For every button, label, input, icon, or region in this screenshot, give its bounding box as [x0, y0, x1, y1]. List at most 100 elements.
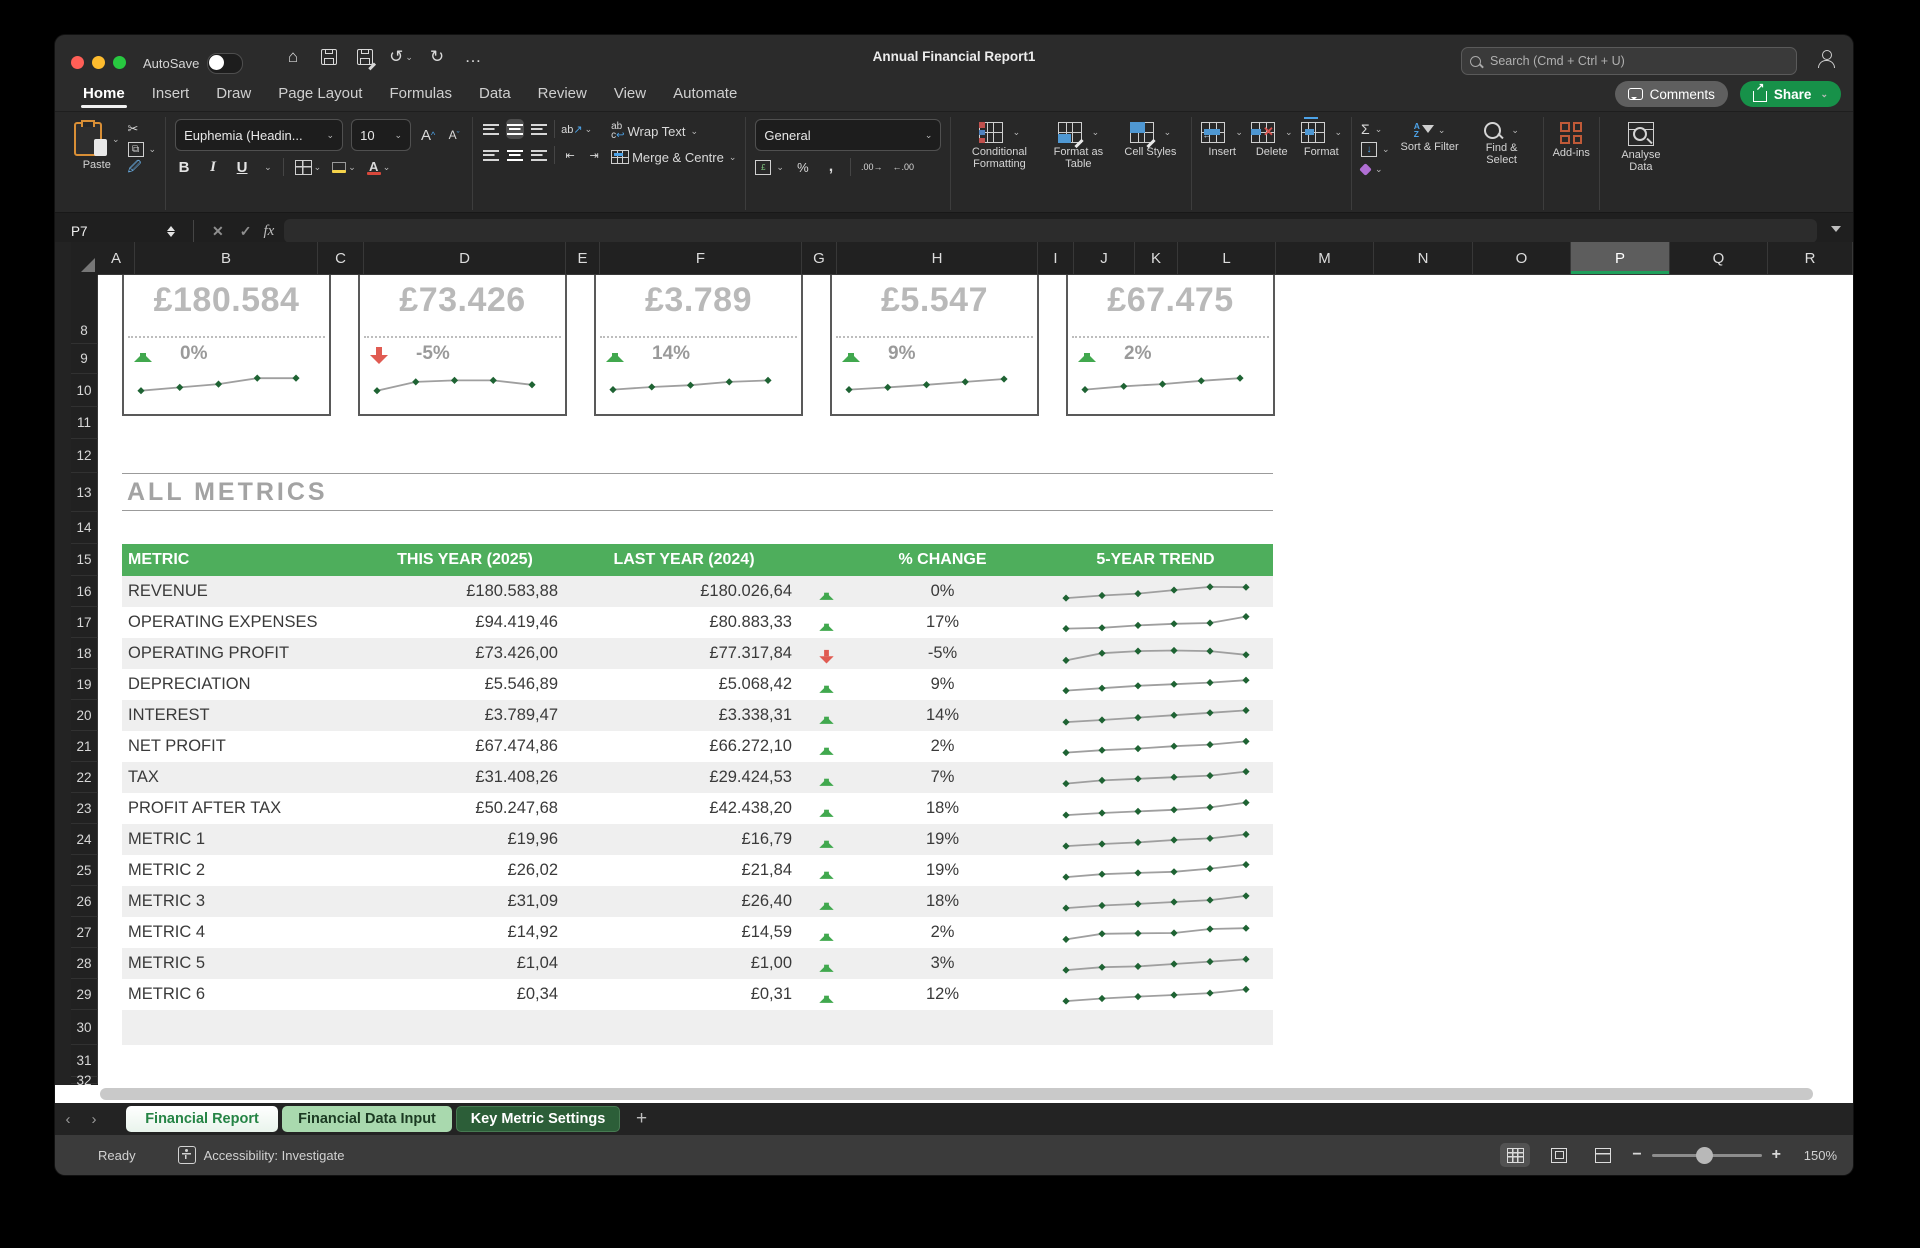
column-header-l[interactable]: L: [1178, 242, 1276, 275]
column-header-k[interactable]: K: [1135, 242, 1178, 275]
row-header-11[interactable]: 11: [71, 407, 98, 439]
row-header-24[interactable]: 24: [71, 824, 98, 855]
row-header-20[interactable]: 20: [71, 700, 98, 731]
zoom-in-button[interactable]: +: [1772, 1146, 1781, 1164]
column-header-q[interactable]: Q: [1670, 242, 1768, 275]
increase-font-button[interactable]: A^: [419, 125, 437, 145]
percent-style-button[interactable]: %: [794, 157, 812, 177]
decrease-font-button[interactable]: Aˇ: [445, 125, 463, 145]
accessibility-status[interactable]: Accessibility: Investigate: [178, 1146, 345, 1164]
row-header-21[interactable]: 21: [71, 731, 98, 762]
ribbon-tab-draw[interactable]: Draw: [216, 85, 251, 106]
sort-filter-button[interactable]: AZ ⌄ Sort & Filter: [1398, 119, 1462, 153]
wrap-text-button[interactable]: abc↩ Wrap Text⌄: [611, 123, 736, 139]
row-header-28[interactable]: 28: [71, 948, 98, 979]
ribbon-tab-review[interactable]: Review: [538, 85, 587, 106]
format-cells-button[interactable]: ⌄ Format: [1301, 119, 1343, 158]
font-size-select[interactable]: 10⌄: [351, 119, 411, 151]
horizontal-scrollbar[interactable]: [55, 1085, 1853, 1103]
row-header-12[interactable]: 12: [71, 439, 98, 473]
share-button[interactable]: Share ⌄: [1740, 81, 1841, 107]
format-painter-button[interactable]: 🖉: [128, 161, 142, 177]
column-header-h[interactable]: H: [837, 242, 1038, 275]
font-color-button[interactable]: A⌄: [367, 157, 391, 177]
next-sheet-arrow[interactable]: ›: [81, 1111, 107, 1128]
row-header-15[interactable]: 15: [71, 544, 98, 576]
ribbon-tab-formulas[interactable]: Formulas: [389, 85, 452, 106]
conditional-formatting-button[interactable]: ⌄ Conditional Formatting: [960, 119, 1038, 170]
name-box-spinner[interactable]: [167, 222, 175, 241]
row-header-16[interactable]: 16: [71, 576, 98, 607]
row-header-25[interactable]: 25: [71, 855, 98, 886]
row-header-23[interactable]: 23: [71, 793, 98, 824]
column-header-b[interactable]: B: [135, 242, 318, 275]
column-header-n[interactable]: N: [1374, 242, 1473, 275]
underline-options-chevron[interactable]: ⌄: [264, 162, 272, 173]
sheet-tab-key-metric-settings[interactable]: Key Metric Settings: [456, 1106, 620, 1132]
addins-button[interactable]: Add-ins: [1553, 119, 1590, 159]
column-header-j[interactable]: J: [1074, 242, 1135, 275]
cell-styles-button[interactable]: ⌄ Cell Styles: [1118, 119, 1182, 158]
accounting-format-button[interactable]: £⌄: [755, 159, 784, 175]
add-sheet-button[interactable]: +: [636, 1108, 647, 1130]
align-top-button[interactable]: [482, 119, 500, 139]
italic-button[interactable]: I: [204, 157, 222, 177]
search-input[interactable]: [1488, 53, 1788, 69]
column-header-d[interactable]: D: [364, 242, 566, 275]
decrease-decimal-button[interactable]: ←.00: [892, 157, 914, 177]
confirm-entry-button[interactable]: ✓: [240, 223, 252, 240]
borders-button[interactable]: ⌄: [295, 157, 322, 177]
previous-sheet-arrow[interactable]: ‹: [55, 1111, 81, 1128]
row-header-30[interactable]: 30: [71, 1010, 98, 1045]
column-headers[interactable]: ABCDEFGHIJKLMNOPQR: [98, 242, 1853, 275]
column-header-c[interactable]: C: [318, 242, 364, 275]
zoom-slider-thumb[interactable]: [1696, 1147, 1713, 1164]
row-header-17[interactable]: 17: [71, 607, 98, 638]
align-center-button[interactable]: [506, 145, 524, 165]
row-header-8[interactable]: 8: [71, 275, 98, 344]
column-header-f[interactable]: F: [600, 242, 802, 275]
find-select-button[interactable]: ⌄ Find & Select: [1470, 119, 1534, 166]
select-all-corner[interactable]: [71, 242, 99, 276]
row-headers[interactable]: 8910111213141516171819202122232425262728…: [71, 275, 98, 1085]
column-header-e[interactable]: E: [566, 242, 600, 275]
row-header-14[interactable]: 14: [71, 512, 98, 544]
insert-cells-button[interactable]: ← ⌄ Insert: [1201, 119, 1243, 158]
row-header-32[interactable]: 32: [71, 1077, 98, 1084]
insert-function-button[interactable]: fx: [263, 223, 274, 240]
row-header-22[interactable]: 22: [71, 762, 98, 793]
analyse-data-button[interactable]: Analyse Data: [1609, 119, 1673, 173]
merge-centre-button[interactable]: Merge & Centre⌄: [611, 149, 736, 165]
zoom-slider-track[interactable]: [1652, 1154, 1762, 1157]
column-header-p[interactable]: P: [1571, 242, 1670, 275]
account-icon[interactable]: [1817, 49, 1835, 67]
row-header-27[interactable]: 27: [71, 917, 98, 948]
decrease-indent-button[interactable]: ⇤: [561, 145, 579, 165]
column-header-m[interactable]: M: [1276, 242, 1374, 275]
align-bottom-button[interactable]: [530, 119, 548, 139]
copy-button[interactable]: ⧉⌄: [128, 141, 157, 157]
increase-indent-button[interactable]: ⇥: [585, 145, 603, 165]
fill-button[interactable]: ↓⌄: [1361, 141, 1390, 157]
align-left-button[interactable]: [482, 145, 500, 165]
column-header-o[interactable]: O: [1473, 242, 1571, 275]
name-box[interactable]: P7: [55, 222, 183, 241]
font-name-select[interactable]: Euphemia (Headin...⌄: [175, 119, 343, 151]
comments-button[interactable]: Comments: [1615, 81, 1728, 107]
bold-button[interactable]: B: [175, 157, 193, 177]
clear-button[interactable]: ⌄: [1361, 161, 1383, 177]
ribbon-tab-view[interactable]: View: [614, 85, 646, 106]
number-format-select[interactable]: General⌄: [755, 119, 941, 151]
increase-decimal-button[interactable]: .00→: [861, 157, 883, 177]
align-right-button[interactable]: [530, 145, 548, 165]
row-header-29[interactable]: 29: [71, 979, 98, 1010]
row-header-26[interactable]: 26: [71, 886, 98, 917]
cancel-entry-button[interactable]: ✕: [212, 223, 224, 240]
formula-input[interactable]: [284, 219, 1817, 243]
sheet-canvas[interactable]: £180.584 0% £73.426 -5% £3.789 14% £5.54…: [98, 275, 1853, 1085]
ribbon-tab-automate[interactable]: Automate: [673, 85, 737, 106]
column-header-g[interactable]: G: [802, 242, 837, 275]
paste-button[interactable]: ⌄ Paste: [74, 119, 120, 171]
orientation-button[interactable]: ab↗⌄: [561, 119, 592, 139]
column-header-i[interactable]: I: [1038, 242, 1074, 275]
